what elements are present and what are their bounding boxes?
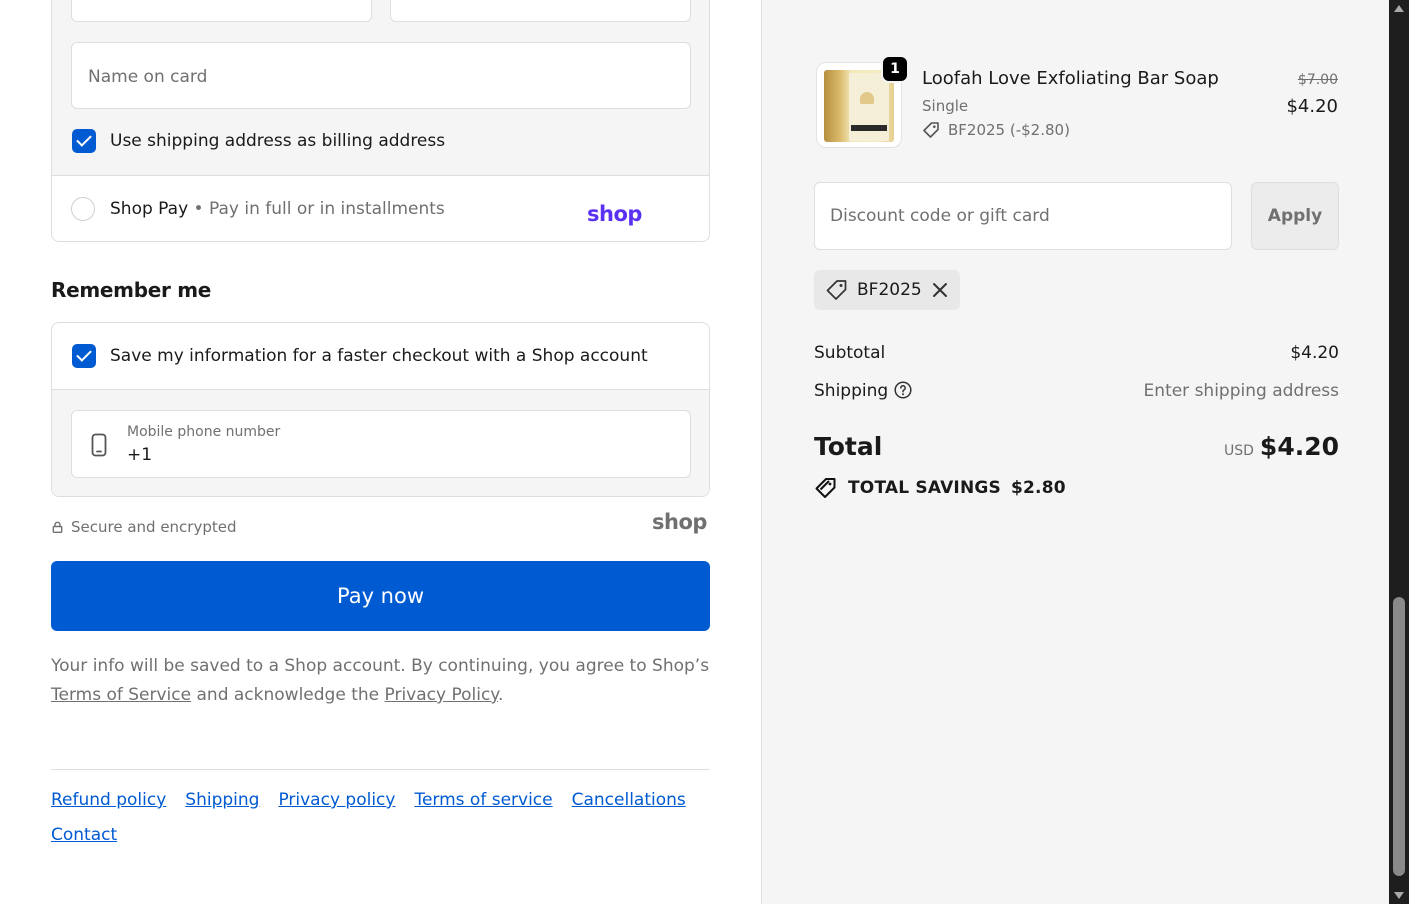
legal-notice: Your info will be saved to a Shop accoun…	[51, 652, 721, 710]
shop-pay-bullet: •	[193, 199, 204, 219]
legal-text-1: Your info will be saved to a Shop accoun…	[51, 656, 710, 676]
footer-links: Refund policy Shipping Privacy policy Te…	[51, 789, 711, 847]
total-value: $4.20	[1259, 432, 1339, 461]
secure-notice: Secure and encrypted	[52, 518, 237, 536]
mobile-phone-field[interactable]: Mobile phone number +1	[71, 410, 691, 478]
security-code-field[interactable]	[390, 0, 691, 22]
privacy-policy-link[interactable]: Privacy Policy	[385, 685, 498, 705]
shipping-label: Shipping	[814, 381, 889, 401]
terms-of-service-footer-link[interactable]: Terms of service	[414, 789, 552, 812]
shipping-row: Shipping Enter shipping address	[814, 381, 1339, 401]
credit-card-form: Name on card Use shipping address as bil…	[52, 0, 709, 176]
savings-label: TOTAL SAVINGS	[848, 478, 1001, 498]
total-savings: TOTAL SAVINGS $2.80	[814, 476, 1066, 500]
expiration-date-field[interactable]	[71, 0, 372, 22]
remember-me-box: Save my information for a faster checkou…	[51, 322, 710, 497]
legal-text-3: .	[497, 685, 504, 705]
current-price: $4.20	[1286, 96, 1338, 117]
product-discount-text: BF2025 (-$2.80)	[948, 121, 1070, 139]
total-row: Total USD $4.20	[814, 432, 1339, 461]
remember-me-heading: Remember me	[51, 278, 212, 302]
scrollbar-thumb[interactable]	[1393, 597, 1405, 876]
shop-pay-subtext: Pay in full or in installments	[208, 199, 445, 219]
applied-discount-code: BF2025	[857, 280, 922, 300]
cancellations-link[interactable]: Cancellations	[572, 789, 686, 812]
remove-discount-icon[interactable]	[930, 280, 950, 300]
billing-same-checkbox[interactable]	[72, 129, 96, 153]
shop-pay-label: Shop Pay	[110, 199, 189, 219]
shop-pay-logo: shop	[587, 202, 642, 226]
footer-divider	[51, 769, 710, 770]
tag-icon	[826, 280, 847, 300]
refund-policy-link[interactable]: Refund policy	[51, 789, 166, 812]
pay-now-button[interactable]: Pay now	[51, 561, 710, 631]
save-info-checkbox[interactable]	[72, 344, 96, 368]
scroll-down-icon[interactable]	[1394, 892, 1404, 899]
shop-pay-radio[interactable]	[71, 197, 95, 221]
applied-discount-chip: BF2025	[814, 270, 960, 310]
product-name: Loofah Love Exfoliating Bar Soap	[922, 68, 1219, 89]
page-scrollbar[interactable]	[1389, 0, 1409, 904]
subtotal-label: Subtotal	[814, 343, 886, 363]
total-label: Total	[814, 432, 883, 461]
apply-discount-button[interactable]: Apply	[1251, 182, 1339, 250]
order-summary-panel: 1 Loofah Love Exfoliating Bar Soap Singl…	[761, 0, 1389, 904]
shipping-link[interactable]: Shipping	[185, 789, 259, 812]
original-price: $7.00	[1297, 72, 1338, 88]
scroll-up-icon[interactable]	[1394, 5, 1404, 12]
legal-text-2: and acknowledge the	[191, 685, 385, 705]
soap-brand-band	[851, 125, 887, 131]
lock-icon	[52, 521, 63, 533]
mobile-phone-label: Mobile phone number	[127, 424, 281, 440]
mobile-phone-icon	[91, 433, 107, 457]
product-discount: BF2025 (-$2.80)	[922, 121, 1070, 139]
shop-logo: shop	[652, 510, 707, 534]
contact-link[interactable]: Contact	[51, 824, 117, 847]
name-on-card-placeholder: Name on card	[88, 67, 208, 87]
help-icon[interactable]	[894, 381, 912, 399]
discount-code-input[interactable]	[814, 182, 1232, 250]
shipping-value: Enter shipping address	[1143, 381, 1339, 401]
secure-text: Secure and encrypted	[71, 518, 237, 536]
subtotal-row: Subtotal $4.20	[814, 343, 1339, 363]
savings-value: $2.80	[1011, 478, 1066, 498]
checkout-form-column: Name on card Use shipping address as bil…	[0, 0, 761, 904]
product-variant: Single	[922, 97, 969, 115]
quantity-badge: 1	[881, 55, 909, 83]
tag-icon	[923, 122, 939, 138]
billing-same-label: Use shipping address as billing address	[110, 131, 446, 151]
save-info-label: Save my information for a faster checkou…	[110, 346, 648, 366]
currency-code: USD	[1224, 443, 1254, 459]
soap-heart-emblem	[860, 92, 874, 104]
savings-tag-icon	[815, 478, 836, 498]
remember-me-details: Mobile phone number +1	[52, 389, 709, 496]
privacy-policy-footer-link[interactable]: Privacy policy	[278, 789, 395, 812]
total-amount: USD $4.20	[1224, 432, 1339, 461]
shop-pay-option[interactable]: Shop Pay • Pay in full or in installment…	[110, 199, 445, 219]
subtotal-value: $4.20	[1290, 343, 1339, 363]
mobile-phone-value: +1	[127, 445, 153, 465]
terms-of-service-link[interactable]: Terms of Service	[51, 685, 191, 705]
name-on-card-field[interactable]: Name on card	[71, 42, 691, 109]
